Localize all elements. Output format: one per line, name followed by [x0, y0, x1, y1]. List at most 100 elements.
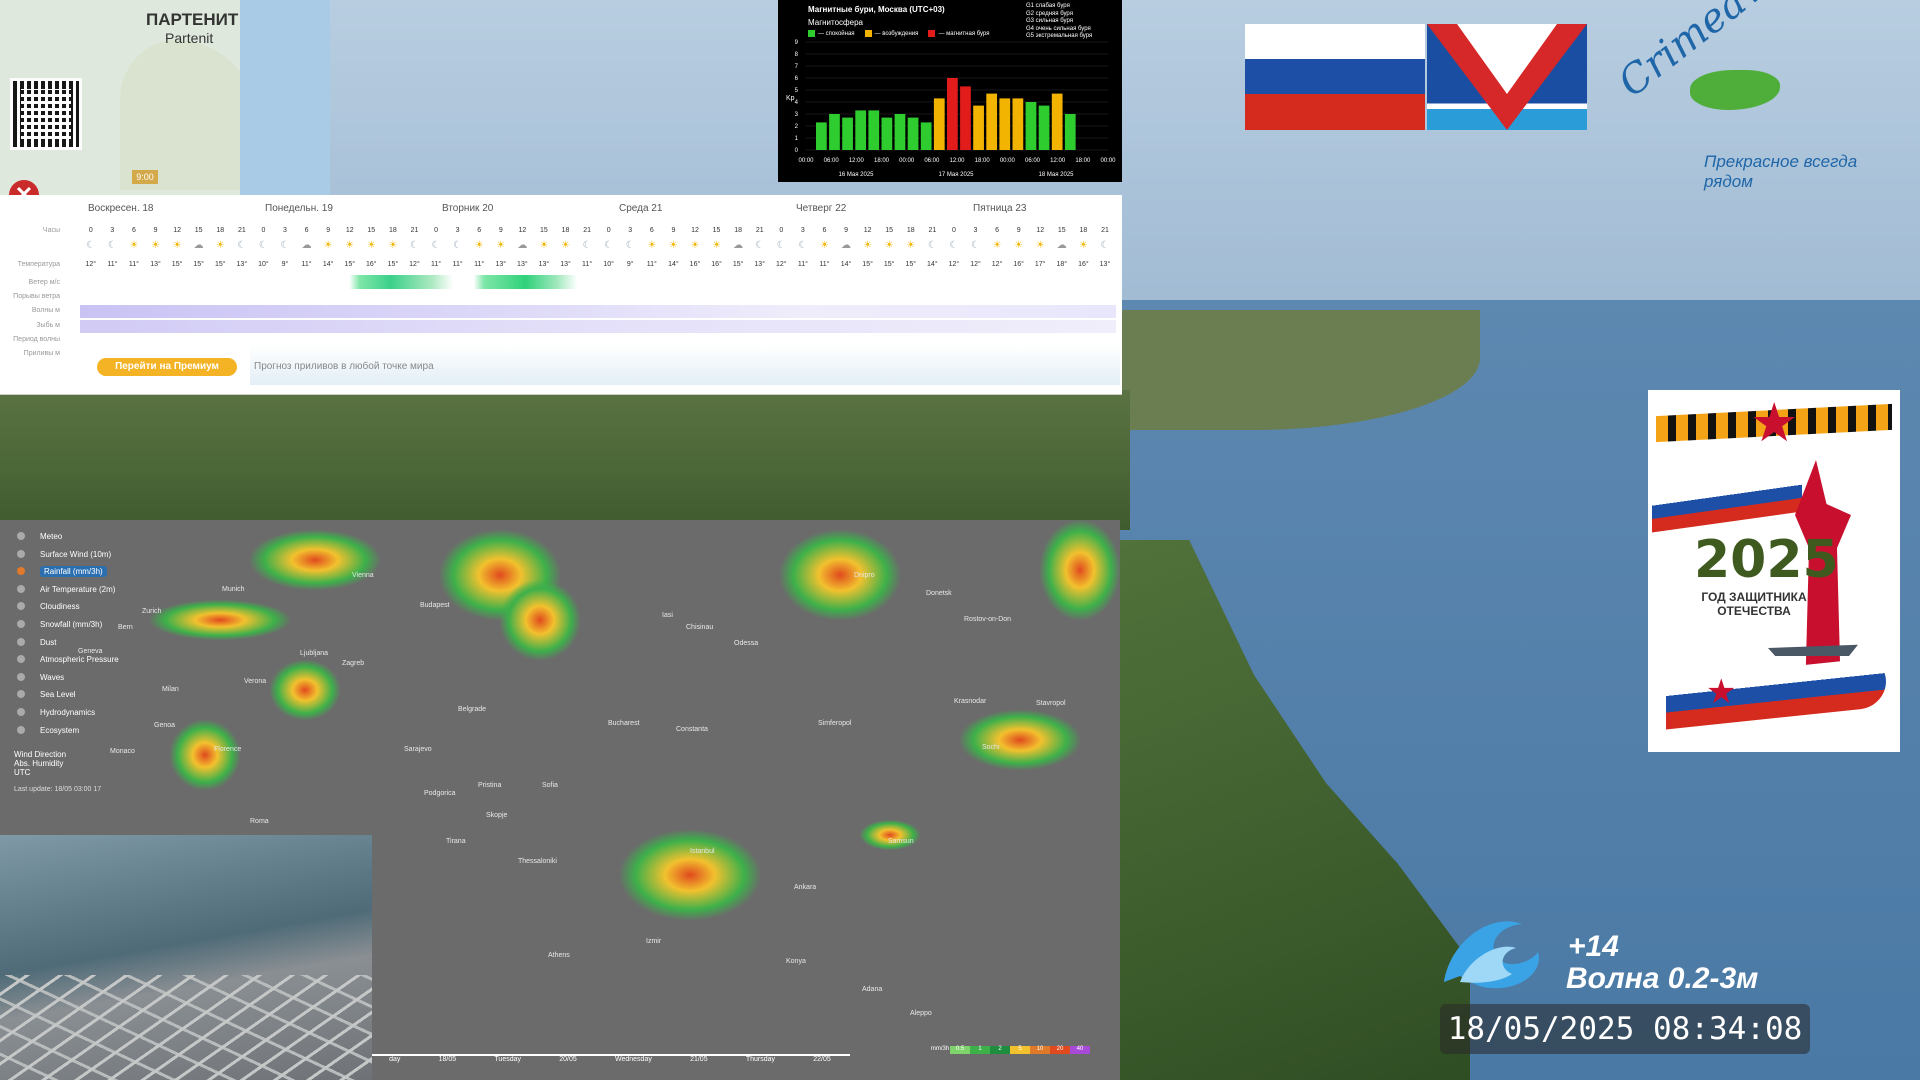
legend-humidity[interactable]: Abs. Humidity — [14, 759, 66, 768]
kp-bar — [907, 117, 919, 150]
hour-cell: 18 — [561, 227, 570, 234]
city-label: Zagreb — [342, 660, 365, 667]
forecast-day: Понедельн. 19 — [265, 203, 333, 214]
temp-cell: 9° — [281, 261, 289, 268]
flag-logos — [1245, 24, 1587, 130]
hour-cell: 6 — [649, 227, 654, 234]
hour-cell: 6 — [131, 227, 136, 234]
webcam-view — [0, 835, 372, 1080]
rain-cell — [780, 530, 900, 620]
tides-link[interactable]: Прогноз приливов в любой точке мира — [254, 361, 434, 372]
kp-bar — [986, 93, 998, 150]
row-label-wind: Ветер м/с — [28, 279, 60, 286]
close-icon[interactable]: ✕ — [9, 180, 39, 195]
moon-icon: ☾ — [409, 240, 419, 251]
temp-cell: 15° — [344, 261, 356, 268]
temp-cell: 11° — [431, 261, 442, 268]
timeline-label[interactable]: Tuesday — [494, 1056, 521, 1070]
layer-menu-item[interactable]: Ecosystem — [14, 722, 124, 740]
sun-icon: ☀ — [215, 240, 225, 251]
kp-bar — [933, 98, 945, 150]
hour-cell: 18 — [1079, 227, 1088, 234]
timeline-label[interactable]: day — [389, 1056, 400, 1070]
layer-menu-item[interactable]: Sea Level — [14, 686, 124, 704]
timeline-bar[interactable]: day 18/05 Tuesday 20/05 Wednesday 21/05 Thursd… — [370, 1054, 850, 1070]
timeline-label[interactable]: Wednesday — [615, 1056, 652, 1070]
moon-icon: ☾ — [582, 240, 592, 251]
rain-cell — [1040, 520, 1120, 620]
hour-cell: 3 — [973, 227, 978, 234]
legend-utc[interactable]: UTC — [14, 768, 66, 777]
premium-button[interactable]: Перейти на Премиум — [97, 358, 237, 376]
surf-forecast-table[interactable]: Воскресен. 18 Понедельн. 19 Вторник 20 Сред… — [0, 195, 1122, 395]
hour-cell: 6 — [995, 227, 1000, 234]
layer-menu-item[interactable]: Cloudiness — [14, 598, 124, 616]
timeline-label[interactable]: 20/05 — [559, 1056, 577, 1070]
layer-icon — [17, 637, 25, 646]
forecast-day: Воскресен. 18 — [88, 203, 154, 214]
layer-menu-item[interactable]: Rainfall (mm/3h) — [14, 563, 124, 581]
hour-cell: 18 — [734, 227, 743, 234]
valley — [0, 390, 1130, 530]
temp-cell: 10° — [258, 261, 269, 268]
city-label: Verona — [244, 678, 267, 685]
temp-cell: 11° — [582, 261, 593, 268]
hour-cell: 12 — [518, 227, 527, 234]
row-label-swell: Зыбь м — [36, 322, 60, 329]
timeline-label[interactable]: 21/05 — [690, 1056, 708, 1070]
scale-step: 40 — [1070, 1046, 1090, 1054]
sun-icon: ☀ — [690, 240, 700, 251]
layer-menu-item[interactable]: Snowfall (mm/3h) — [14, 616, 124, 634]
city-label: Chisinau — [686, 624, 714, 631]
map-land — [120, 40, 260, 190]
temp-cell: 12° — [991, 261, 1003, 268]
layer-menu-item[interactable]: Surface Wind (10m) — [14, 546, 124, 564]
forecast-day: Пятница 23 — [973, 203, 1027, 214]
city-label: Iasi — [662, 612, 673, 619]
timeline-label[interactable]: 22/05 — [813, 1056, 831, 1070]
city-label: Athens — [548, 952, 570, 959]
temp-cell: 13° — [1099, 261, 1111, 268]
layer-menu-item[interactable]: Atmospheric Pressure — [14, 651, 124, 669]
layer-menu-item[interactable]: Meteo — [14, 528, 124, 546]
temp-cell: 12° — [948, 261, 960, 268]
city-label: Genoa — [154, 722, 176, 729]
hours-row: 0 3 6 9 12 15 18 21 0 3 6 9 12 15 18 21 0 3 6 9 12 15 18 21 0 3 6 9… — [80, 224, 1116, 237]
scale-step: 10 — [1030, 1046, 1050, 1054]
layer-label: Atmospheric Pressure — [40, 655, 119, 665]
timeline-label[interactable]: 18/05 — [439, 1056, 457, 1070]
rain-cell — [250, 530, 380, 590]
temp-cell: 13° — [517, 261, 528, 268]
layer-menu-item[interactable]: Air Temperature (2m) — [14, 581, 124, 599]
y-tick-label: 1 — [795, 136, 799, 142]
layer-menu-item[interactable]: Hydrodynamics — [14, 704, 124, 722]
temp-cell: 16° — [1013, 261, 1024, 268]
temp-cell: 16° — [711, 261, 722, 268]
star-icon: ★ — [1750, 393, 1799, 453]
scale-step: 5 — [1010, 1046, 1030, 1054]
legend-wind-direction[interactable]: Wind Direction — [14, 750, 66, 759]
sun-icon: ☀ — [712, 240, 722, 251]
city-label: Aleppo — [910, 1010, 932, 1017]
temp-cell: 14° — [840, 261, 852, 268]
forecast-day: Вторник 20 — [442, 203, 494, 214]
layer-menu-item[interactable]: Waves — [14, 669, 124, 687]
cloud-icon: ☁ — [193, 240, 204, 251]
layer-label: Ecosystem — [40, 725, 80, 735]
defender-year-poster: ★ 2025 ГОД ЗАЩИТНИКА ОТЕЧЕСТВА ★ — [1648, 390, 1900, 752]
timeline-label[interactable]: Thursday — [746, 1056, 775, 1070]
sun-icon: ☀ — [1014, 240, 1024, 251]
sun-icon: ☀ — [561, 240, 570, 251]
temp-cell: 15° — [387, 261, 399, 268]
hour-cell: 15 — [540, 227, 548, 234]
temp-cell: 11° — [301, 261, 312, 268]
x-tick-label: 18:00 — [1075, 158, 1091, 164]
layer-menu[interactable]: Meteo Surface Wind (10m) Rainfall (mm/3h) A… — [14, 528, 124, 739]
swell-row — [80, 320, 1116, 333]
hour-cell: 12 — [1036, 227, 1045, 234]
hour-cell: 9 — [153, 227, 158, 234]
layer-menu-item[interactable]: Dust — [14, 634, 124, 652]
sun-icon: ☀ — [172, 240, 182, 251]
moon-icon: ☾ — [971, 240, 980, 251]
partenit-map[interactable]: ПАРТЕНИТ Partenit 9:00 ✕ — [0, 0, 330, 195]
